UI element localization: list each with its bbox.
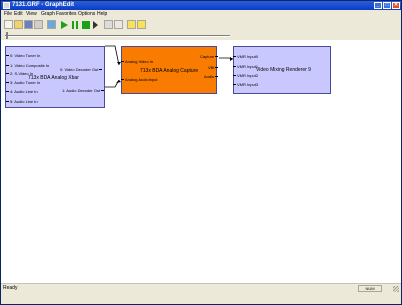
filter-name-capture: 713x BDA Analog Capture: [140, 68, 199, 74]
filter-video-mixing-renderer[interactable]: VMR Input0 VMR Input1 VMR Input2 VMR Inp…: [232, 46, 331, 94]
app-icon: [3, 2, 10, 9]
graph-canvas[interactable]: 0: Video Tuner In 1: Video Composite In …: [1, 40, 401, 283]
seek-bar[interactable]: [1, 32, 401, 40]
minimize-button[interactable]: _: [374, 2, 382, 9]
pin-audio-line-in-5[interactable]: 5: Audio Line In: [6, 99, 38, 104]
window-bottom: [1, 292, 401, 304]
pin-vmr-input2[interactable]: VMR Input2: [232, 73, 258, 78]
stop-icon[interactable]: [82, 21, 90, 29]
pin-analog-audio-input[interactable]: Analog AudioInput: [120, 77, 157, 82]
pin-audio-line-in-4[interactable]: 4: Audio Line In: [6, 89, 38, 94]
seek-icon[interactable]: [104, 20, 113, 29]
play-icon[interactable]: [61, 21, 68, 29]
connection-audio: [105, 79, 120, 88]
menu-file[interactable]: File: [4, 10, 12, 18]
menu-view[interactable]: View: [26, 10, 37, 18]
maximize-button[interactable]: □: [383, 2, 391, 9]
print-icon[interactable]: [34, 20, 43, 29]
menu-edit[interactable]: Edit: [14, 10, 23, 18]
pause-icon-bar: [76, 21, 78, 29]
menu-help[interactable]: Help: [97, 10, 107, 18]
pause-icon[interactable]: [72, 21, 74, 29]
add-filter-icon[interactable]: [47, 20, 56, 29]
menu-options[interactable]: Options: [78, 10, 95, 18]
filter-name-xbar: 713x BDA Analog Xbar: [28, 75, 79, 81]
open-icon[interactable]: [14, 20, 23, 29]
menu-bar: File Edit View Graph Favorites Options H…: [1, 10, 401, 18]
connection-video: [105, 45, 120, 66]
window-title: 7131.GRF - GraphEdit: [12, 2, 75, 8]
pin-vmr-input3[interactable]: VMR Input3: [232, 82, 258, 87]
pin-capture-out[interactable]: Capture: [200, 54, 219, 59]
seek-thumb[interactable]: [6, 32, 8, 39]
seek-track[interactable]: [5, 35, 230, 37]
toolbar: [1, 18, 401, 33]
pin-vmr-input0[interactable]: VMR Input0: [232, 54, 258, 59]
save-icon[interactable]: [24, 20, 33, 29]
pin-video-composite-in[interactable]: 1: Video Composite In: [5, 63, 49, 68]
filter-analog-capture[interactable]: Analog Video In Analog AudioInput Captur…: [120, 46, 220, 94]
pin-audio-out[interactable]: Audio: [204, 74, 219, 79]
pin-video-tuner-in[interactable]: 0: Video Tuner In: [5, 53, 40, 58]
pin-vbi-out[interactable]: VBI: [208, 65, 220, 70]
filter-analog-xbar[interactable]: 0: Video Tuner In 1: Video Composite In …: [5, 46, 105, 108]
menu-graph[interactable]: Graph: [41, 10, 55, 18]
pin-vmr-input1[interactable]: VMR Input1: [232, 64, 258, 69]
title-bar[interactable]: 7131.GRF - GraphEdit _ □ ✕: [1, 1, 401, 10]
pin-video-decoder-out[interactable]: 0: Video Decoder Out: [60, 67, 103, 72]
filter-name-vmr: Video Mixing Renderer 9: [256, 67, 311, 73]
pin-audio-decoder-out[interactable]: 1: Audio Decoder Out: [62, 88, 105, 93]
graphedit-window: 7131.GRF - GraphEdit _ □ ✕ File Edit Vie…: [0, 0, 402, 305]
about-icon[interactable]: [137, 20, 146, 29]
close-button[interactable]: ✕: [392, 2, 400, 9]
new-icon[interactable]: [4, 20, 13, 29]
menu-favorites[interactable]: Favorites: [56, 10, 77, 18]
transport-controls: [61, 21, 98, 29]
refresh-icon[interactable]: [114, 20, 123, 29]
pin-analog-video-in[interactable]: Analog Video In: [120, 59, 153, 64]
help-icon[interactable]: [127, 20, 136, 29]
num-lock-indicator: NUM: [358, 285, 382, 292]
frame-step-icon[interactable]: [93, 21, 98, 29]
